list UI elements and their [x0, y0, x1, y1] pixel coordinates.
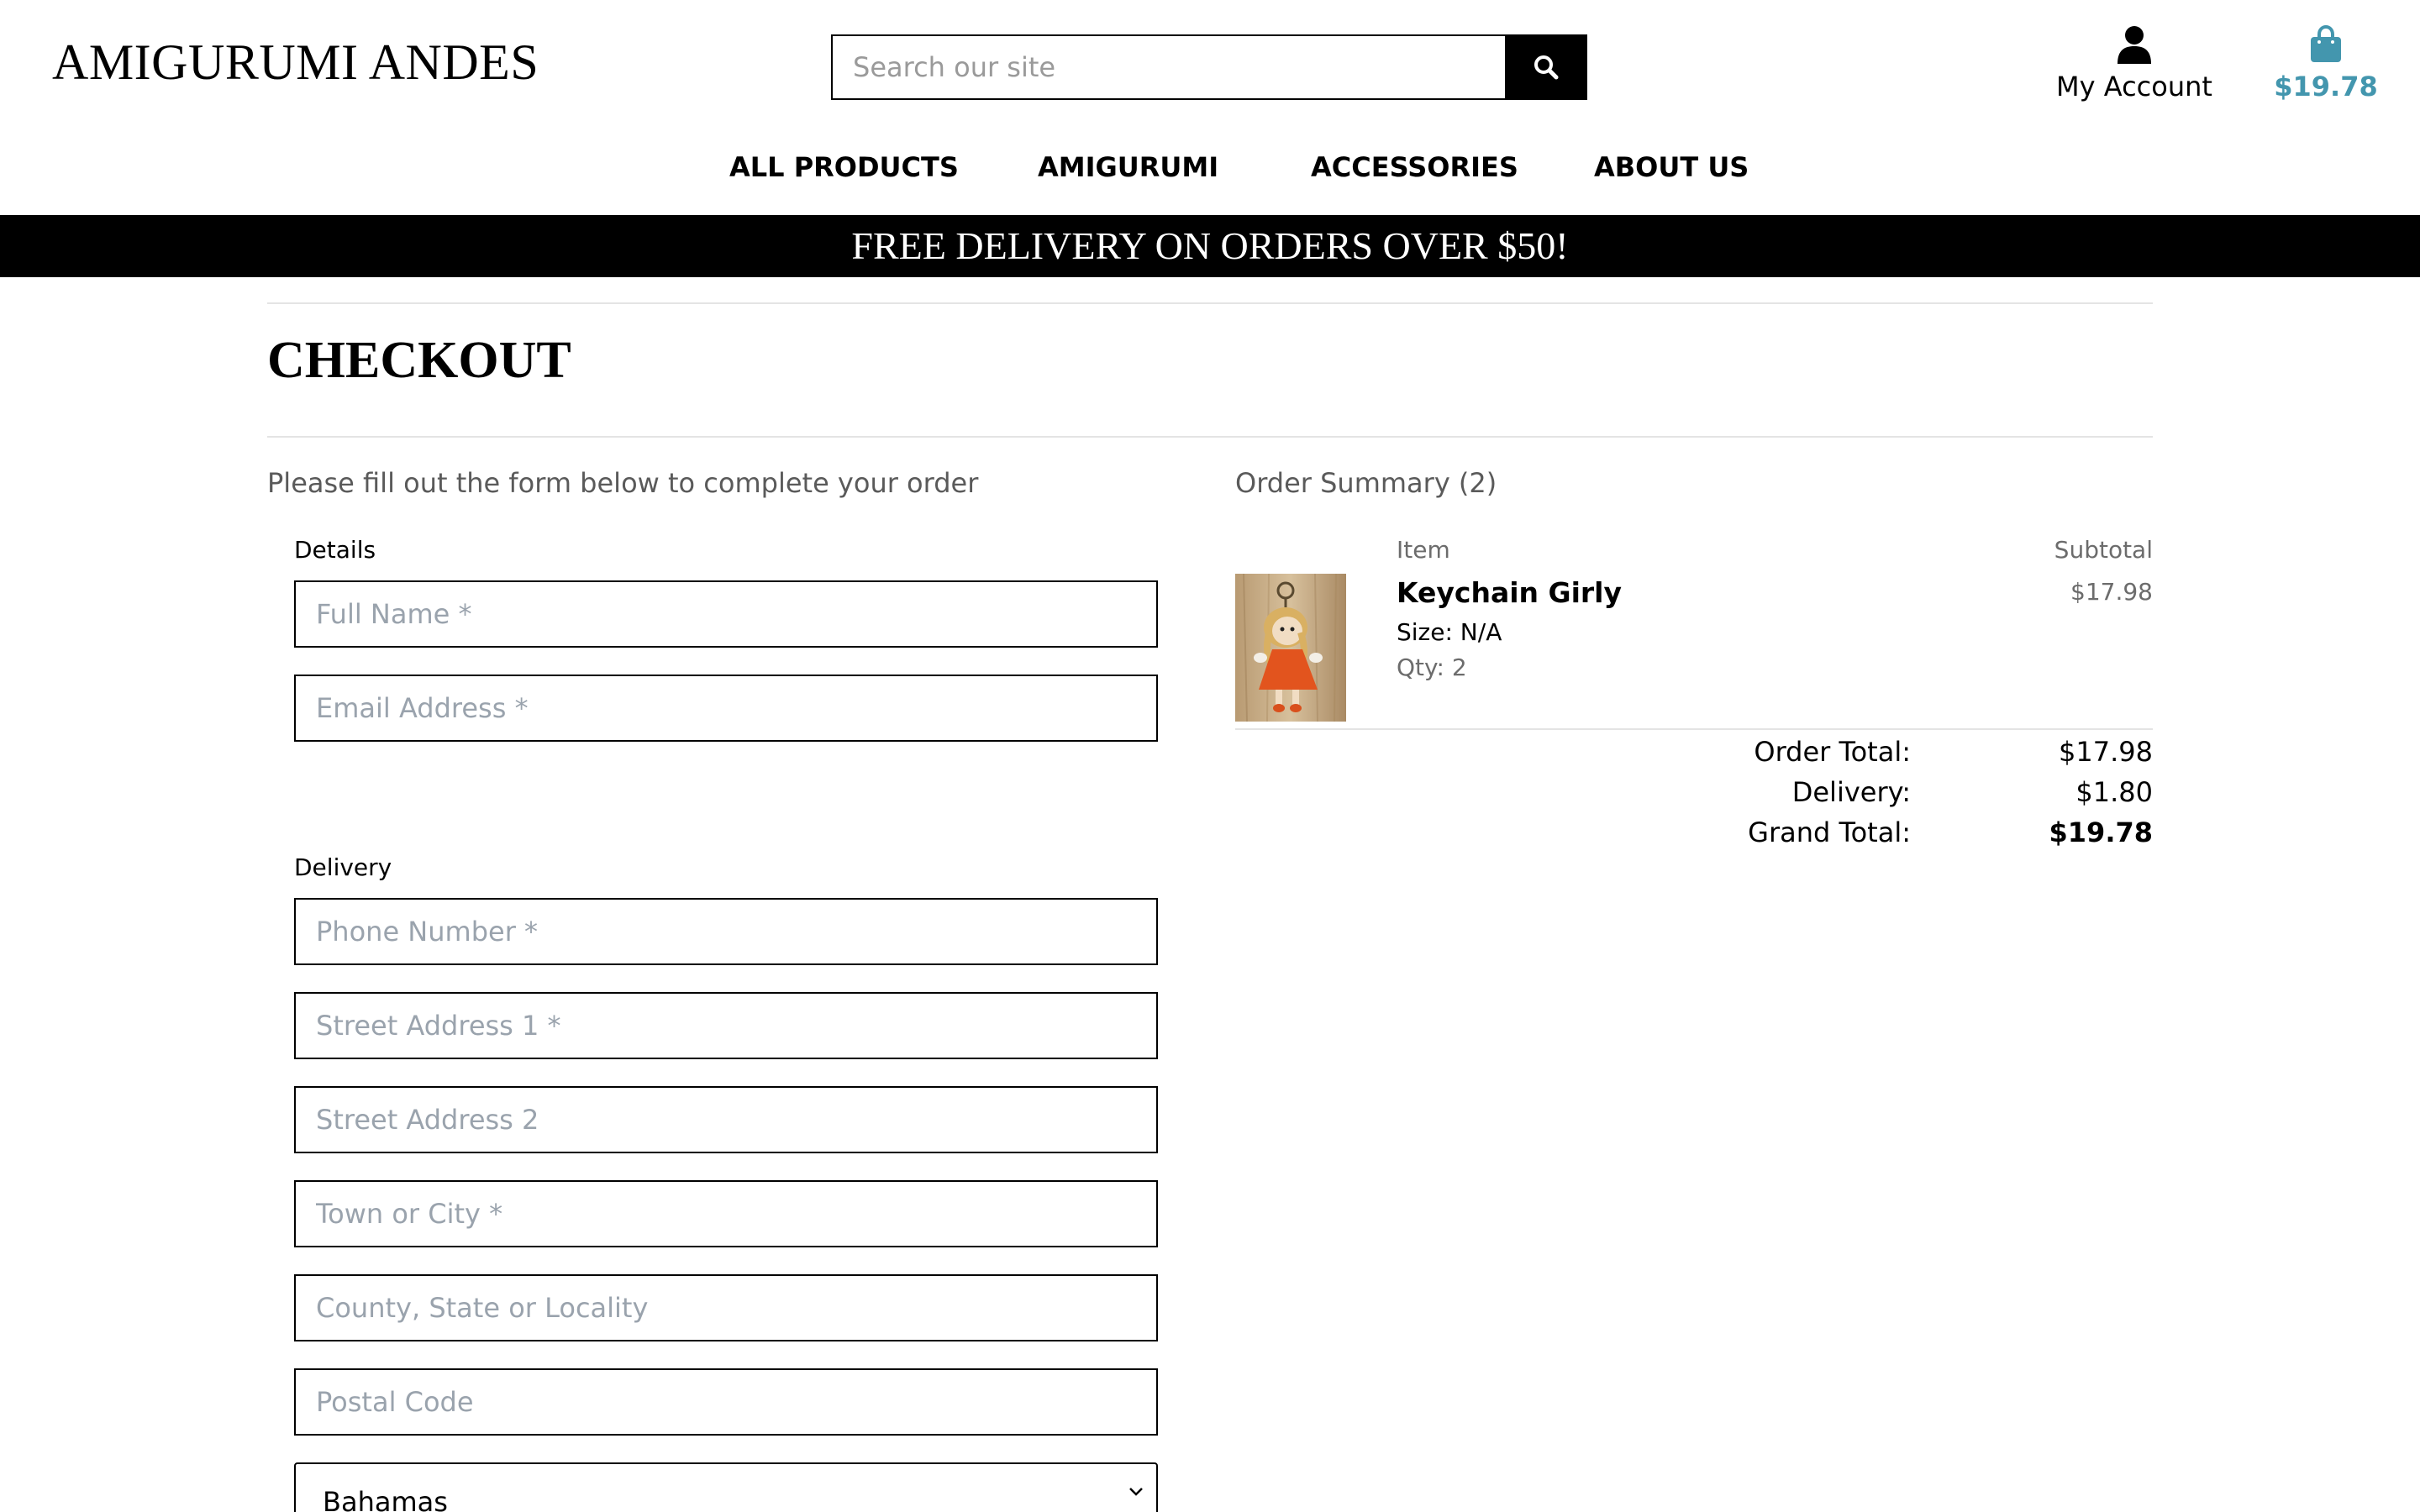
cart-total: $19.78 — [2274, 71, 2378, 102]
street-address-2-field[interactable] — [294, 1086, 1158, 1153]
street-address-1-field[interactable] — [294, 992, 1158, 1059]
delivery-value: $1.80 — [2075, 776, 2153, 808]
item-name: Keychain Girly — [1397, 576, 1622, 609]
search-form — [831, 34, 1587, 100]
divider — [267, 302, 2153, 304]
order-summary-title: Order Summary (2) — [1235, 467, 1497, 499]
keychain-doll-image[interactable] — [1235, 574, 1346, 722]
order-total-label: Order Total: — [1754, 736, 1911, 768]
checkout-intro: Please fill out the form below to comple… — [267, 467, 979, 499]
town-city-field[interactable] — [294, 1180, 1158, 1247]
shopping-bag-icon — [2311, 24, 2341, 62]
nav-accessories[interactable]: ACCESSORIES — [1311, 151, 1518, 183]
item-size: Size: N/A — [1397, 618, 1502, 646]
grand-total-label: Grand Total: — [1748, 816, 1911, 848]
nav-about-us[interactable]: ABOUT US — [1594, 151, 1749, 183]
delivery-legend: Delivery — [294, 853, 392, 881]
phone-field[interactable] — [294, 898, 1158, 965]
full-name-field[interactable] — [294, 580, 1158, 648]
nav-all-products[interactable]: ALL PRODUCTS — [729, 151, 959, 183]
search-input[interactable] — [831, 34, 1505, 100]
delivery-label: Delivery: — [1791, 776, 1911, 808]
order-total-value: $17.98 — [2059, 736, 2153, 768]
country-select-value: Bahamas — [323, 1486, 448, 1512]
details-legend: Details — [294, 536, 376, 564]
county-field[interactable] — [294, 1274, 1158, 1341]
item-quantity: Qty: 2 — [1397, 654, 1467, 681]
search-icon — [1534, 55, 1559, 80]
column-header-subtotal: Subtotal — [2054, 536, 2153, 564]
summary-divider — [1235, 728, 2153, 730]
item-subtotal: $17.98 — [2070, 578, 2153, 606]
promo-banner: FREE DELIVERY ON ORDERS OVER $50! — [0, 215, 2420, 277]
site-logo[interactable]: AMIGURUMI ANDES — [52, 34, 539, 92]
email-field[interactable] — [294, 675, 1158, 742]
chevron-down-icon — [1129, 1488, 1143, 1496]
user-icon — [2118, 26, 2151, 64]
my-account-link[interactable]: My Account — [2050, 25, 2218, 102]
postal-code-field[interactable] — [294, 1368, 1158, 1436]
cart-link[interactable]: $19.78 — [2269, 24, 2383, 102]
divider — [267, 436, 2153, 438]
country-select[interactable]: Bahamas — [294, 1462, 1158, 1512]
page-title: CHECKOUT — [267, 332, 571, 389]
search-button[interactable] — [1505, 34, 1587, 100]
my-account-label: My Account — [2056, 71, 2212, 102]
grand-total-value: $19.78 — [2049, 816, 2153, 848]
column-header-item: Item — [1397, 536, 1450, 564]
nav-amigurumi[interactable]: AMIGURUMI — [1038, 151, 1218, 183]
